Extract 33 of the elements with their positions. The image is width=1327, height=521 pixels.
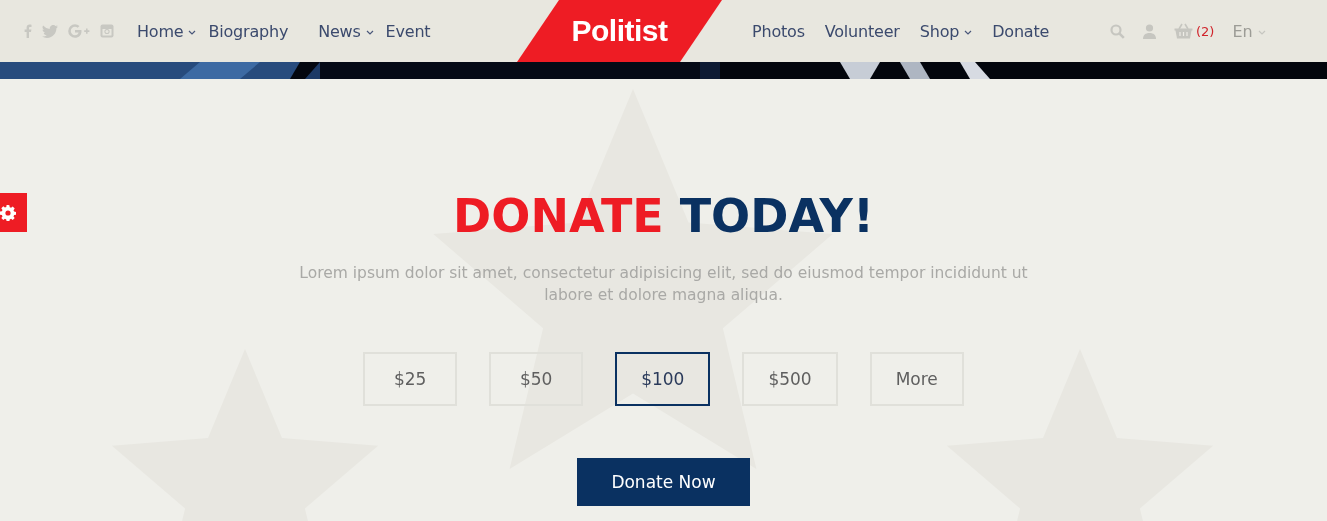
description: Lorem ipsum dolor sit amet, consectetur adipisicing elit, sed do eiusmod tempor incididunt ut labore et dolore magna aliqua.: [298, 263, 1029, 306]
nav-link[interactable]: Volunteer: [824, 21, 900, 41]
nav-link[interactable]: Home: [137, 21, 197, 41]
amount-option[interactable]: $100: [615, 352, 711, 406]
amount-option[interactable]: $25: [363, 352, 458, 406]
heading: TODAY!: [679, 189, 874, 243]
amount-option[interactable]: $500: [742, 352, 838, 406]
nav-link[interactable]: Shop: [919, 21, 973, 41]
caret-icon: [188, 30, 197, 35]
caret-icon: [1257, 30, 1266, 35]
nav-link[interactable]: Donate: [992, 21, 1050, 41]
logo-banner[interactable]: Politist: [517, 0, 722, 62]
nav-link[interactable]: Photos: [752, 21, 805, 41]
nav-link[interactable]: Biography: [208, 21, 289, 41]
caret-icon: [964, 30, 973, 35]
facebook-icon[interactable]: [24, 24, 32, 38]
nav-link[interactable]: News: [318, 21, 374, 41]
amount-option[interactable]: $50: [489, 352, 584, 406]
cart-count: (2): [1196, 23, 1215, 39]
user-icon[interactable]: [1143, 23, 1156, 39]
settings-button[interactable]: [0, 193, 27, 232]
basket-icon[interactable]: [1174, 23, 1193, 39]
instagram-icon[interactable]: [100, 24, 114, 38]
heading-accent: DONATE: [453, 189, 664, 243]
nav-link[interactable]: Event: [385, 21, 431, 41]
twitter-icon[interactable]: [42, 24, 58, 38]
logo[interactable]: Politist: [571, 14, 668, 48]
search-icon[interactable]: [1110, 23, 1125, 39]
google-plus-icon[interactable]: [68, 24, 90, 38]
donate-now-button[interactable]: Donate Now: [577, 458, 750, 506]
caret-icon: [365, 30, 374, 35]
amount-option[interactable]: More: [869, 352, 964, 406]
settings-icon: [0, 204, 16, 221]
